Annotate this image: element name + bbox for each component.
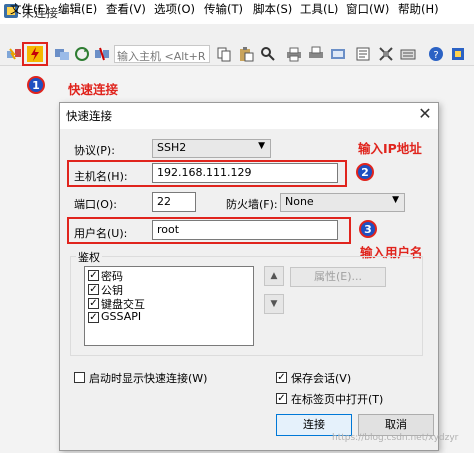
badge-3: 3 [359,220,377,238]
show-on-startup-checkbox[interactable] [74,372,85,383]
badge-1: 1 [27,76,45,94]
menu-options[interactable]: 选项(O) [154,1,195,17]
menu-transfer[interactable]: 传输(T) [204,1,243,17]
protocol-label: 协议(P): [74,144,115,157]
auth-gssapi-checkbox[interactable]: ✓ [88,312,99,323]
menu-tools[interactable]: 工具(L) [300,1,338,17]
reconnect-icon[interactable] [54,46,70,62]
show-on-startup-label[interactable]: 启动时显示快速连接(W) [89,370,207,386]
menu-bar [0,24,474,42]
dialog-title-bar [60,103,438,129]
port-field[interactable]: 22 [152,192,196,212]
move-down-button[interactable]: ▼ [264,294,284,314]
menu-script[interactable]: 脚本(S) [253,1,292,17]
open-in-tab-label[interactable]: 在标签页中打开(T) [291,391,383,407]
paste-icon[interactable] [238,46,254,62]
menu-file[interactable]: 文件(F) [10,1,49,17]
lightning-connect-icon[interactable] [27,46,43,62]
auth-keyboard-checkbox[interactable]: ✓ [88,298,99,309]
protocol-value: SSH2 [157,141,187,154]
move-up-button[interactable]: ▲ [264,266,284,286]
menu-window[interactable]: 窗口(W) [346,1,389,17]
find-icon[interactable] [260,46,276,62]
help-icon[interactable]: ? [428,46,444,62]
sftp-icon[interactable] [330,46,346,62]
save-session-checkbox[interactable]: ✓ [276,372,287,383]
hostname-label: 主机名(H): [74,170,128,183]
auth-password-checkbox[interactable]: ✓ [88,270,99,281]
port-label: 端口(O): [74,198,117,211]
note-enter-ip: 输入IP地址 [358,141,422,156]
open-in-tab-checkbox[interactable]: ✓ [276,393,287,404]
menu-edit[interactable]: 编辑(E) [58,1,97,17]
auth-gssapi-label[interactable]: GSSAPI [101,310,141,323]
svg-text:?: ? [433,50,438,61]
print-icon[interactable] [286,46,302,62]
username-label: 用户名(U): [74,227,128,240]
disconnect-icon[interactable] [94,46,110,62]
save-session-label[interactable]: 保存会话(V) [291,370,351,386]
host-input[interactable]: 输入主机 <Alt+R [114,45,210,63]
auth-legend: 鉴权 [76,249,102,265]
menu-help[interactable]: 帮助(H) [398,1,439,17]
firewall-value: None [285,195,314,208]
about-icon[interactable] [450,46,466,62]
username-field[interactable]: root [152,220,338,240]
global-options-icon[interactable] [378,46,394,62]
reconnect-all-icon[interactable] [74,46,90,62]
print-setup-icon[interactable] [308,46,324,62]
protocol-select[interactable]: SSH2 ▼ [152,139,271,158]
session-options-icon[interactable] [356,46,372,62]
chevron-down-icon: ▼ [392,195,399,205]
menu-view[interactable]: 查看(V) [106,1,146,17]
firewall-label: 防火墙(F): [226,198,278,211]
auth-publickey-checkbox[interactable]: ✓ [88,284,99,295]
chevron-down-icon: ▼ [258,141,265,151]
hostname-field[interactable]: 192.168.111.129 [152,163,338,183]
watermark: https://blog.csdn.net/xydzyr [332,433,459,443]
dialog-title: 快速连接 [66,109,112,123]
note-quick-connect: 快速连接 [68,82,119,97]
firewall-select[interactable]: None ▼ [280,193,405,212]
copy-icon[interactable] [216,46,232,62]
close-icon[interactable]: ✕ [417,106,433,122]
badge-2: 2 [356,163,374,181]
properties-button[interactable]: 属性(E)... [290,267,386,287]
keymap-icon[interactable] [400,46,416,62]
connect-icon[interactable] [6,46,22,62]
